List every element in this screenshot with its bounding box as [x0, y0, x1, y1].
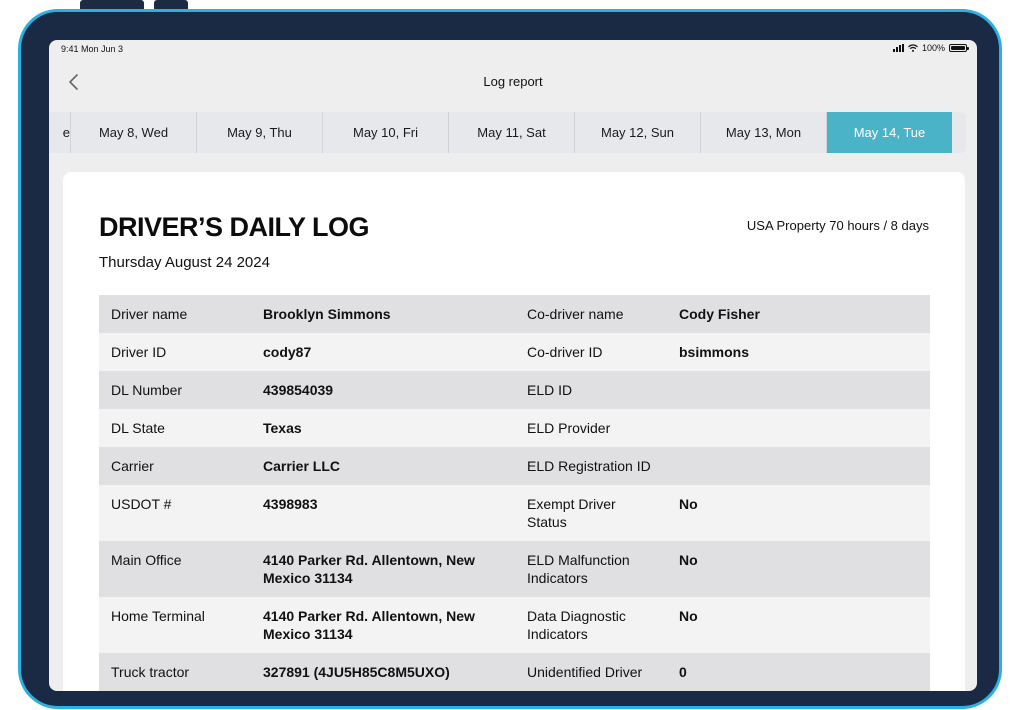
field-label: Data Diagnostic Indicators	[527, 608, 626, 642]
document-title: DRIVER’S DAILY LOG	[99, 212, 370, 242]
field-value: Brooklyn Simmons	[263, 306, 391, 322]
status-bar: 9:41 Mon Jun 3 100%	[49, 40, 977, 60]
date-tab[interactable]: May 13, Mon	[701, 112, 827, 153]
table-row: Driver name Brooklyn Simmons Co-driver nam…	[99, 295, 930, 333]
field-value: No	[679, 496, 698, 512]
field-value	[667, 409, 930, 447]
table-row: Driver ID cody87 Co-driver ID bsimmons	[99, 333, 930, 371]
tablet-frame: 9:41 Mon Jun 3 100% Log report eMay 8,	[18, 9, 1002, 709]
field-label: DL Number	[111, 382, 183, 398]
date-tab[interactable]: May 9, Thu	[197, 112, 323, 153]
field-label: DL State	[111, 420, 165, 436]
table-row: Main Office 4140 Parker Rd. Allentown, Ne…	[99, 541, 930, 597]
table-row: DL Number 439854039 ELD ID	[99, 371, 930, 409]
field-label: Co-driver ID	[527, 344, 603, 360]
field-value	[667, 447, 930, 485]
field-value: bsimmons	[679, 344, 750, 360]
date-tab[interactable]: May 12, Sun	[575, 112, 701, 153]
field-value	[667, 371, 930, 409]
table-row: Truck tractor 327891 (4JU5H85C8M5UXO) Unid…	[99, 653, 930, 691]
field-value: cody87	[263, 344, 312, 360]
table-row: Home Terminal 4140 Parker Rd. Allentown, …	[99, 597, 930, 653]
status-time: 9:41 Mon Jun 3	[61, 44, 124, 54]
field-label: Unidentified Driver	[527, 664, 643, 680]
app-screen: 9:41 Mon Jun 3 100% Log report eMay 8,	[49, 40, 977, 691]
field-label: Co-driver name	[527, 306, 624, 322]
field-value: 4140 Parker Rd. Allentown, New Mexico 31…	[263, 552, 475, 586]
field-value: No	[679, 608, 698, 624]
field-label: Driver ID	[111, 344, 167, 360]
log-report-card: DRIVER’S DAILY LOG Thursday August 24 20…	[63, 172, 965, 691]
field-label: Carrier	[111, 458, 154, 474]
field-value: Texas	[263, 420, 302, 436]
field-label: Home Terminal	[111, 608, 205, 624]
navigation-bar: Log report	[49, 62, 977, 102]
field-label: Truck tractor	[111, 664, 190, 680]
field-label: ELD Registration ID	[527, 458, 651, 474]
field-label: Exempt Driver Status	[527, 496, 616, 530]
date-tab[interactable]: May 14, Tue	[827, 112, 952, 153]
table-row: USDOT # 4398983 Exempt Driver Status No	[99, 485, 930, 541]
date-tab[interactable]: May 10, Fri	[323, 112, 449, 153]
field-value: 4140 Parker Rd. Allentown, New Mexico 31…	[263, 608, 475, 642]
field-label: ELD Provider	[527, 420, 611, 436]
battery-percent: 100%	[921, 43, 945, 53]
date-tab[interactable]: May 8, Wed	[71, 112, 197, 153]
regulation-ruleset: USA Property 70 hours / 8 days	[746, 218, 929, 233]
field-label: USDOT #	[111, 496, 172, 512]
page-title: Log report	[483, 74, 543, 89]
date-tab-partial[interactable]: e	[49, 112, 71, 153]
field-value: Carrier LLC	[263, 458, 341, 474]
field-value: Cody Fisher	[679, 306, 760, 322]
date-tab-bar: e May 8, Wed May 9, Thu May 10, Fri May 11, …	[49, 112, 966, 153]
field-value: 4398983	[263, 496, 318, 512]
field-label: Main Office	[111, 552, 182, 568]
field-label: ELD Malfunction Indicators	[527, 552, 630, 586]
field-value: 0	[679, 664, 687, 680]
table-row: Carrier Carrier LLC ELD Registration ID	[99, 447, 930, 485]
document-date: Thursday August 24 2024	[99, 254, 270, 271]
driver-info-table: Driver name Brooklyn Simmons Co-driver nam…	[99, 295, 930, 691]
field-label: Driver name	[111, 306, 188, 322]
field-value: 439854039	[263, 382, 334, 398]
table-row: DL State Texas ELD Provider	[99, 409, 930, 447]
status-right: 100%	[892, 43, 969, 53]
wifi-icon	[908, 44, 918, 52]
battery-icon	[949, 44, 969, 52]
field-label: ELD ID	[527, 382, 573, 398]
date-tab[interactable]: May 11, Sat	[449, 112, 575, 153]
field-value: 327891 (4JU5H85C8M5UXO)	[263, 664, 450, 680]
field-value: No	[679, 552, 698, 568]
cellular-signal-icon	[892, 44, 904, 52]
